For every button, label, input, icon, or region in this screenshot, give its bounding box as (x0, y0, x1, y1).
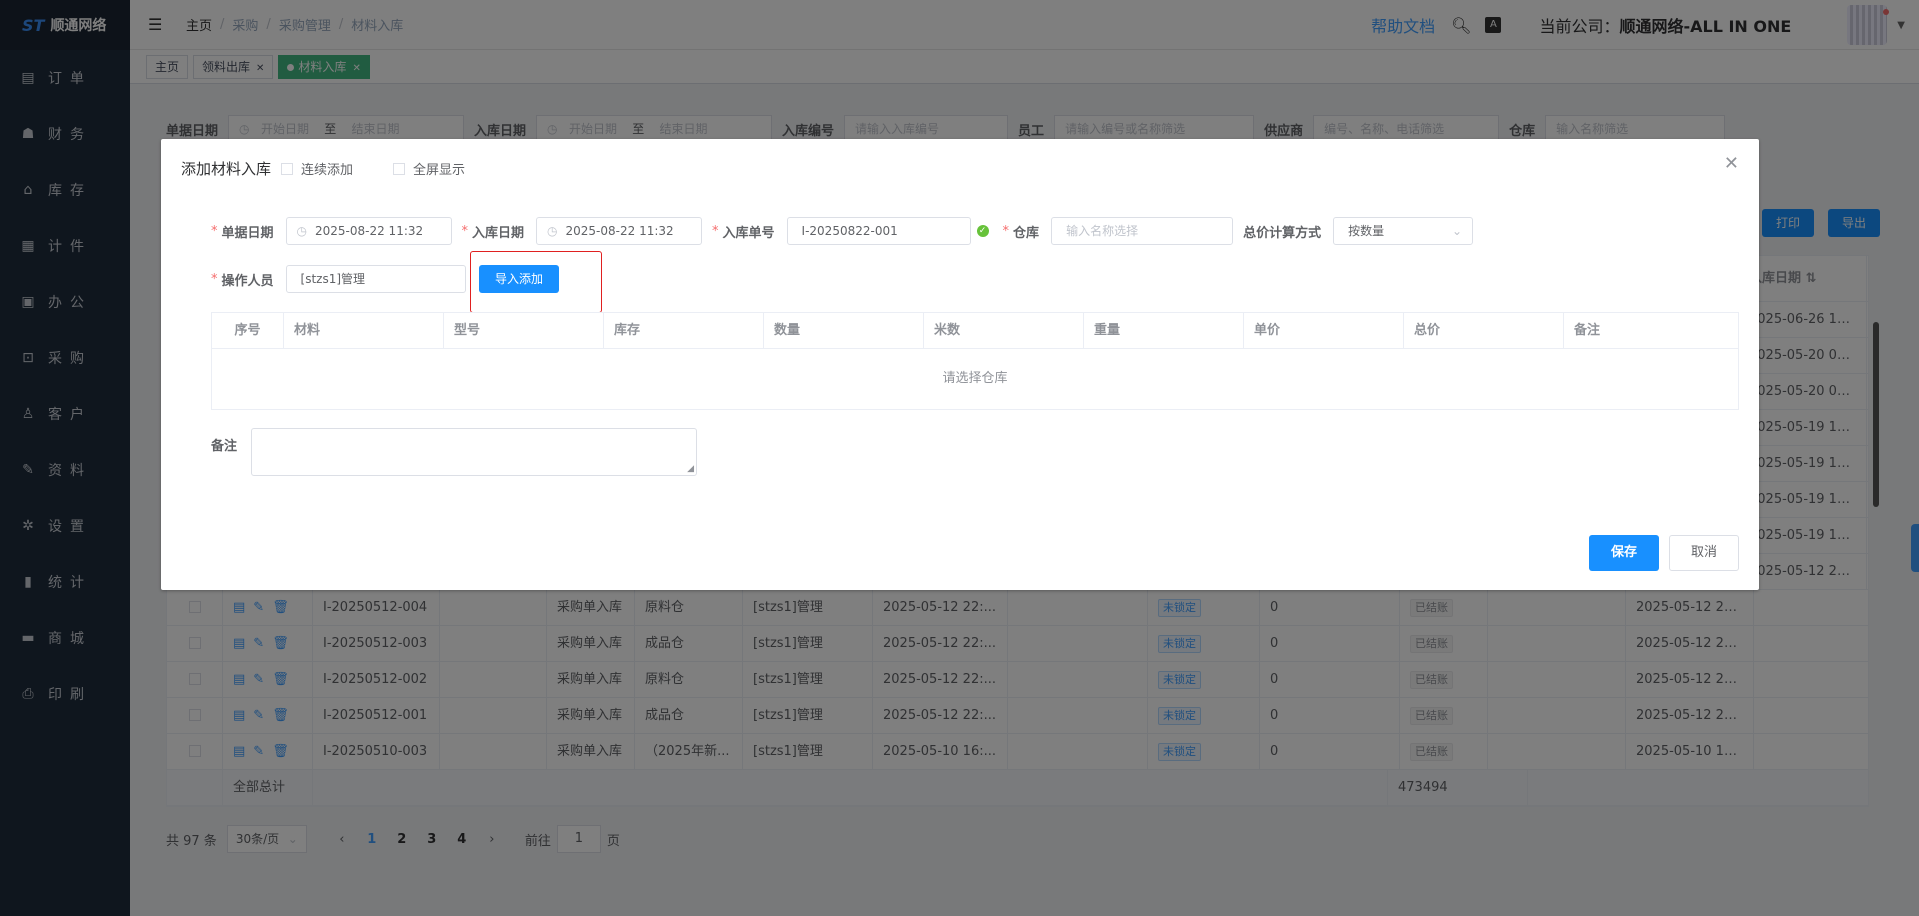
items-column-header: 型号 (444, 313, 604, 349)
in-no-label: 入库单号 (722, 225, 775, 241)
warehouse-label: 仓库 (1013, 225, 1040, 241)
empty-placeholder: 请选择仓库 (942, 371, 1008, 386)
clock-icon: ◷ (296, 224, 307, 238)
dialog-title: 添加材料入库 (181, 160, 272, 178)
in-date-picker[interactable]: ◷ 2025-08-22 11:32 (536, 217, 703, 245)
continuous-add-label[interactable]: 连续添加 (301, 159, 353, 178)
items-column-header: 米数 (924, 313, 1084, 349)
continuous-add-checkbox[interactable] (281, 162, 294, 175)
items-column-header: 数量 (764, 313, 924, 349)
clock-icon: ◷ (547, 224, 558, 238)
close-icon[interactable]: ✕ (1724, 153, 1739, 174)
calc-method-select[interactable]: 按数量 ⌄ (1333, 217, 1474, 245)
operator-select[interactable]: [stzs1]管理 (285, 265, 466, 293)
items-column-header: 库存 (604, 313, 764, 349)
items-column-header: 备注 (1574, 323, 1601, 338)
add-material-in-dialog: 添加材料入库 连续添加 全屏显示 ✕ * 单据日期 ◷ 2025-08-22 11:… (161, 139, 1759, 590)
items-column-header: 重量 (1084, 313, 1244, 349)
items-column-header: 总价 (1404, 313, 1564, 349)
in-no-input[interactable]: I-20250822-001 (786, 217, 971, 245)
resize-grip-icon: ◢ (687, 464, 694, 474)
remark-label: 备注 (211, 439, 238, 454)
warehouse-select[interactable]: 输入名称选择 (1051, 217, 1234, 245)
items-column-header: 材料 (284, 313, 444, 349)
cancel-button[interactable]: 取消 (1669, 535, 1739, 571)
check-circle-icon: ✓ (976, 225, 989, 237)
in-date-label: 入库日期 (472, 225, 525, 241)
fullscreen-label[interactable]: 全屏显示 (413, 159, 465, 178)
save-button[interactable]: 保存 (1589, 535, 1659, 571)
doc-date-label: 单据日期 (221, 225, 274, 241)
operator-label: 操作人员 (221, 273, 274, 289)
material-items-table: 序号 材料 型号 库存 数量 米数 重量 单价 总价 备注 请选择仓库 (211, 312, 1739, 410)
items-column-header: 序号 (212, 313, 284, 349)
items-column-header: 单价 (1244, 313, 1404, 349)
fullscreen-checkbox[interactable] (393, 162, 406, 175)
import-add-button[interactable]: 导入添加 (479, 265, 559, 293)
items-table-header: 序号 材料 型号 库存 数量 米数 重量 单价 总价 备注 (212, 313, 1738, 349)
calc-method-label: 总价计算方式 (1243, 225, 1322, 241)
doc-date-picker[interactable]: ◷ 2025-08-22 11:32 (285, 217, 452, 245)
chevron-down-icon: ⌄ (1452, 224, 1463, 238)
remark-textarea[interactable]: ◢ (251, 428, 697, 476)
